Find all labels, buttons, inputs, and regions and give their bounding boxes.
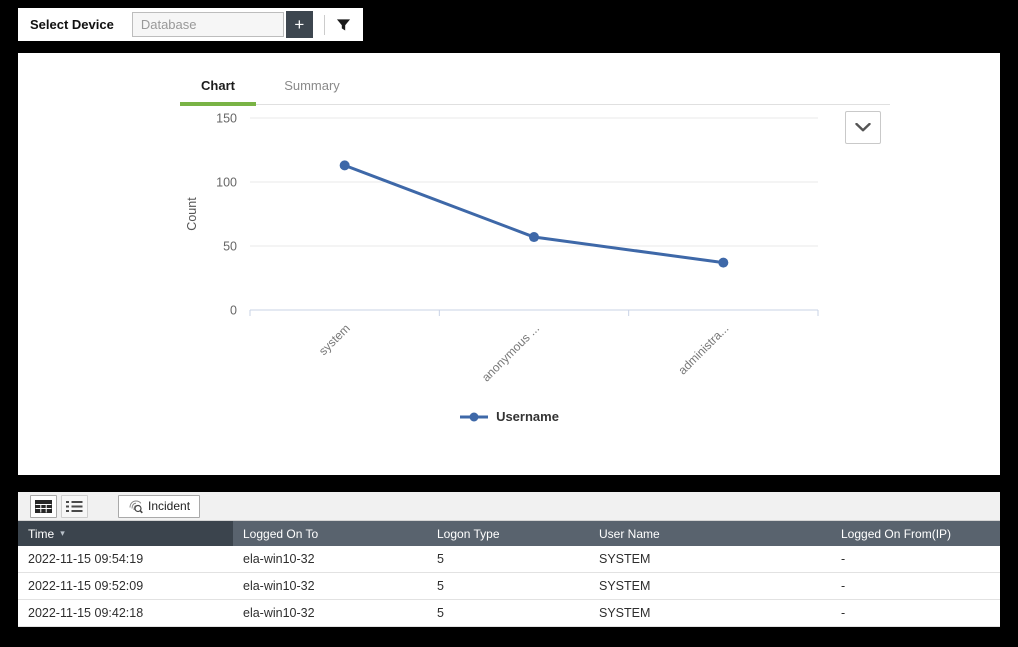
device-selector-bar: Select Device +: [18, 8, 363, 41]
table-cell: ela-win10-32: [243, 606, 315, 620]
table-cell: SYSTEM: [599, 606, 651, 620]
tab-chart[interactable]: Chart: [180, 72, 256, 106]
chart-panel: Chart Summary 0 50 100 150 Count system anonym…: [18, 53, 1000, 475]
chart-tab-bar: Chart Summary: [180, 72, 890, 106]
column-header-label: User Name: [599, 526, 660, 541]
collapse-chart-button[interactable]: [845, 111, 881, 144]
chart-legend[interactable]: Username: [18, 409, 1000, 424]
svg-text:150: 150: [216, 112, 237, 126]
table-cell: 2022-11-15 09:52:09: [28, 579, 144, 593]
tab-summary[interactable]: Summary: [274, 72, 350, 104]
table-cell: SYSTEM: [599, 579, 651, 593]
table-row[interactable]: 2022-11-15 09:42:18 ela-win10-32 5 SYSTEM -: [18, 600, 1000, 627]
column-header-label: Time: [28, 526, 55, 541]
svg-text:administra...: administra...: [675, 321, 731, 377]
list-view-button[interactable]: [61, 494, 88, 518]
chevron-down-icon: [855, 123, 871, 132]
table-toolbar: Incident: [18, 492, 1000, 521]
table-cell: 5: [437, 552, 444, 566]
table-cell: 5: [437, 579, 444, 593]
table-cell: 2022-11-15 09:42:18: [28, 606, 144, 620]
results-table-panel: Incident Time ▾ Logged On To Logon Type User…: [18, 492, 1000, 627]
page-background: Select Device + Chart Summary: [0, 0, 1018, 647]
table-cell: -: [841, 606, 846, 620]
device-search-input[interactable]: [131, 12, 284, 37]
incident-search-icon: [128, 499, 143, 514]
incident-button[interactable]: Incident: [118, 494, 201, 518]
table-grid-icon: [35, 499, 52, 513]
incident-button-label: Incident: [148, 499, 191, 513]
column-header-label: Logged On From(IP): [841, 526, 952, 541]
table-cell: ela-win10-32: [243, 579, 315, 593]
table-cell: -: [841, 552, 846, 566]
select-device-label: Select Device: [30, 17, 114, 32]
column-header-logged-on-to[interactable]: Logged On To: [233, 521, 427, 546]
table-row[interactable]: 2022-11-15 09:54:19 ela-win10-32 5 SYSTEM -: [18, 546, 1000, 573]
column-header-time[interactable]: Time ▾: [18, 521, 233, 546]
svg-text:50: 50: [223, 240, 237, 254]
column-header-label: Logon Type: [437, 526, 500, 541]
column-header-logged-on-from-ip-[interactable]: Logged On From(IP): [831, 521, 1000, 546]
table-body: 2022-11-15 09:54:19 ela-win10-32 5 SYSTEM -2…: [18, 546, 1000, 627]
add-device-button[interactable]: +: [285, 11, 313, 38]
legend-line-marker-icon: [459, 411, 489, 423]
funnel-icon: [336, 18, 351, 32]
table-cell: 2022-11-15 09:54:19: [28, 552, 144, 566]
svg-text:100: 100: [216, 176, 237, 190]
filter-button[interactable]: [336, 18, 351, 32]
grid-view-button[interactable]: [30, 494, 57, 518]
column-header-logon-type[interactable]: Logon Type: [427, 521, 589, 546]
table-row[interactable]: 2022-11-15 09:52:09 ela-win10-32 5 SYSTEM -: [18, 573, 1000, 600]
svg-text:anonymous ...: anonymous ...: [479, 321, 542, 384]
svg-text:0: 0: [230, 304, 237, 318]
column-header-user-name[interactable]: User Name: [589, 521, 831, 546]
sort-caret-icon: ▾: [60, 528, 65, 538]
list-icon: [66, 500, 83, 513]
table-cell: -: [841, 579, 846, 593]
table-cell: 5: [437, 606, 444, 620]
table-cell: SYSTEM: [599, 552, 651, 566]
legend-label: Username: [496, 409, 559, 424]
table-cell: ela-win10-32: [243, 552, 315, 566]
device-input-group: +: [131, 11, 313, 38]
column-header-label: Logged On To: [243, 526, 319, 541]
table-header-row: Time ▾ Logged On To Logon Type User Name Logg…: [18, 521, 1000, 546]
svg-text:Count: Count: [185, 197, 199, 231]
toolbar-divider: [323, 14, 325, 35]
svg-text:system: system: [316, 321, 353, 358]
